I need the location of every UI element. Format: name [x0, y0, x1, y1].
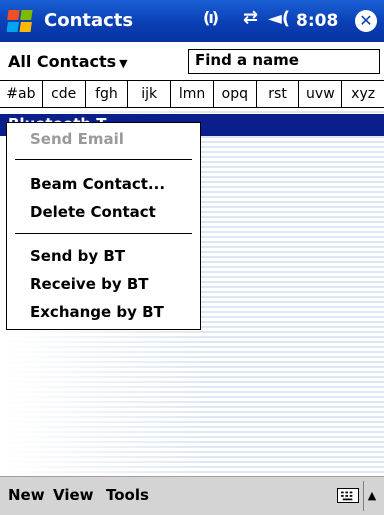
close-icon[interactable]: ✕ — [355, 10, 377, 32]
menu-item-exchange-by-bt[interactable]: Exchange by BT — [30, 303, 164, 321]
sip-arrow-icon[interactable]: ▲ — [363, 481, 380, 511]
chevron-down-icon: ▼ — [119, 57, 128, 70]
menu-bar: New View Tools ▲ — [0, 476, 384, 515]
signal-icon[interactable]: (ı) — [203, 8, 219, 27]
alpha-tab[interactable]: cde — [41, 81, 85, 107]
keyboard-icon[interactable] — [337, 488, 359, 503]
volume-icon[interactable]: ◄( — [268, 8, 290, 29]
menu-tools[interactable]: Tools — [106, 486, 149, 504]
alpha-tab[interactable]: xyz — [341, 81, 384, 107]
filter-label: All Contacts — [8, 52, 117, 71]
connectivity-icon[interactable]: ⇄ — [243, 7, 258, 28]
menu-separator — [15, 159, 192, 160]
title-bar: Contacts (ı) ⇄ ◄( 8:08 ✕ — [0, 0, 384, 42]
context-menu: Send Email Beam Contact... Delete Contac… — [6, 122, 201, 330]
alpha-tab[interactable]: lmn — [170, 81, 213, 107]
find-name-input[interactable]: Find a name — [188, 49, 380, 74]
alpha-tab[interactable]: rst — [255, 81, 299, 107]
clock[interactable]: 8:08 — [296, 11, 338, 31]
menu-new[interactable]: New — [8, 486, 45, 504]
alpha-tab[interactable]: #ab — [0, 81, 42, 107]
alpha-tab[interactable]: uvw — [298, 81, 341, 107]
start-flag-icon[interactable] — [7, 7, 35, 35]
menu-item-receive-by-bt[interactable]: Receive by BT — [30, 275, 149, 293]
menu-item-beam-contact[interactable]: Beam Contact... — [30, 175, 165, 193]
menu-separator — [15, 233, 192, 234]
alpha-tab[interactable]: ijk — [127, 81, 170, 107]
menu-view[interactable]: View — [53, 486, 94, 504]
app-title: Contacts — [44, 10, 134, 31]
menu-item-send-email[interactable]: Send Email — [30, 130, 124, 148]
alpha-tab[interactable]: fgh — [84, 81, 128, 107]
menu-item-delete-contact[interactable]: Delete Contact — [30, 203, 156, 221]
menu-item-send-by-bt[interactable]: Send by BT — [30, 247, 125, 265]
alpha-tab[interactable]: opq — [212, 81, 256, 107]
alphabet-tabs: #ab cde fgh ijk lmn opq rst uvw xyz — [0, 80, 384, 108]
category-filter-dropdown[interactable]: All Contacts ▼ — [8, 52, 128, 71]
